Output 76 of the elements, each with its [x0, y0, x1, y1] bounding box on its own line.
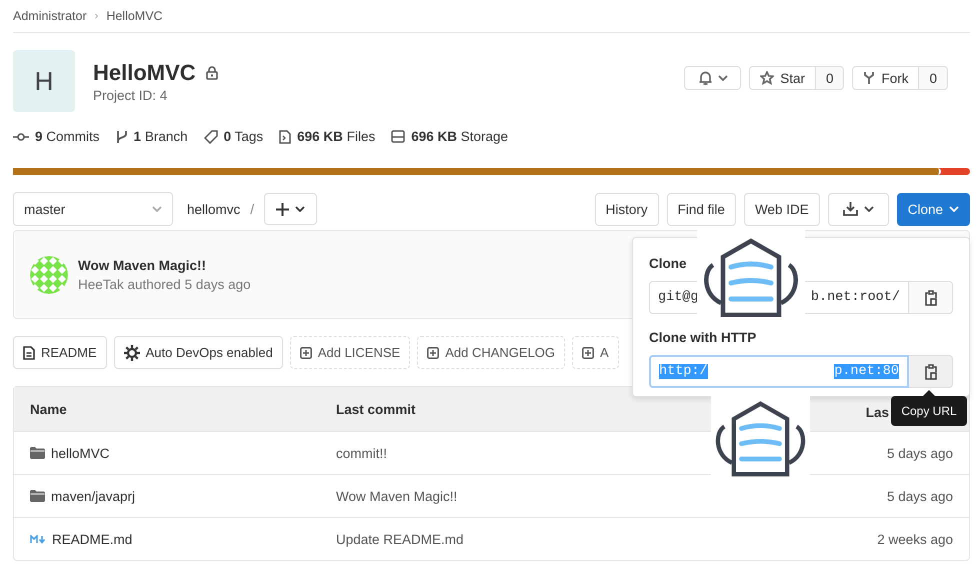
path-separator: / — [250, 201, 254, 217]
commit-message-cell-text: Update README.md — [336, 532, 465, 546]
toolbar-button[interactable]: History — [594, 192, 659, 226]
column-header: Name — [30, 402, 68, 416]
tooltip: Copy URL — [891, 396, 967, 426]
folder-icon — [30, 447, 45, 459]
commit-message-cell-text: commit!! — [336, 446, 388, 460]
caret-icon — [718, 75, 728, 81]
ssh-label: Clone — [649, 256, 688, 271]
caret-icon — [949, 206, 959, 212]
add-icon — [300, 346, 312, 358]
column-header: Las — [866, 404, 889, 420]
shortcut-button[interactable]: Add CHANGELOG — [417, 336, 566, 369]
stat-link[interactable]: 9 Commits — [13, 129, 100, 144]
commit-icon — [13, 132, 29, 142]
download-icon — [842, 202, 858, 216]
breadcrumb-separator: › — [94, 10, 98, 22]
bell-icon — [699, 71, 712, 85]
fork-icon — [863, 71, 876, 85]
caret-icon — [152, 206, 162, 212]
updated-cell-text: 5 days ago — [886, 488, 953, 504]
branch-icon — [116, 130, 128, 144]
star-icon — [760, 71, 774, 85]
stat-link[interactable]: 696 KB Storage — [391, 129, 508, 144]
add-dropdown-button[interactable] — [264, 193, 318, 225]
tag-icon — [204, 130, 218, 144]
updated-cell-text: 2 weeks ago — [876, 532, 953, 546]
add-icon — [427, 346, 440, 358]
shortcut-button[interactable]: README — [13, 336, 107, 369]
caret-icon — [295, 206, 306, 212]
project-title: HelloMVC — [93, 60, 196, 86]
gear-icon — [124, 344, 140, 360]
shortcut-button[interactable]: Add LICENSE — [290, 336, 410, 369]
star-button[interactable]: Star — [749, 66, 816, 90]
file-link[interactable]: maven/javaprj — [30, 488, 336, 504]
plus-icon — [276, 202, 290, 216]
storage-icon — [391, 130, 406, 143]
star-count: 0 — [816, 66, 844, 90]
caret-icon — [864, 206, 874, 212]
copy-button[interactable] — [909, 281, 953, 314]
commit-title[interactable]: Wow Maven Magic!! — [78, 258, 251, 272]
file-link[interactable]: helloMVC — [30, 446, 336, 460]
column-header: Last commit — [336, 402, 417, 416]
stat-link[interactable]: 696 KB Files — [279, 129, 376, 144]
folder-icon — [30, 490, 45, 502]
user-avatar — [30, 256, 68, 294]
updated-cell-text: 5 days ago — [886, 446, 953, 460]
stat-link[interactable]: 0 Tags — [204, 129, 264, 144]
http-label: Clone with HTTP — [649, 330, 758, 345]
file-icon — [279, 130, 292, 144]
toolbar-button[interactable]: Web IDE — [744, 192, 820, 226]
project-avatar: H — [13, 50, 75, 112]
branch-dropdown[interactable]: master — [13, 192, 173, 226]
commit-meta: HeeTak authored 5 days ago — [78, 276, 251, 292]
fork-count: 0 — [919, 66, 948, 90]
notification-button[interactable] — [684, 66, 742, 90]
toolbar-button[interactable]: Find file — [666, 192, 736, 226]
copy-button[interactable] — [909, 355, 953, 388]
copy-icon — [924, 364, 936, 380]
copy-icon — [924, 290, 936, 306]
clone-button[interactable]: Clone — [896, 192, 970, 226]
shortcut-button[interactable]: Auto DevOps enabled — [114, 336, 283, 369]
markdown-icon — [30, 534, 46, 544]
commit-message-cell-text: Wow Maven Magic!! — [336, 488, 458, 504]
tooltip-arrow-icon — [923, 390, 935, 396]
breadcrumb-link[interactable]: Administrator — [13, 9, 87, 23]
breadcrumb-link[interactable]: HelloMVC — [106, 9, 163, 23]
add-icon — [582, 346, 594, 358]
shortcut-button[interactable]: A — [572, 336, 619, 369]
path-link[interactable]: hellomvc — [187, 202, 240, 216]
project-id: Project ID: 4 — [93, 88, 168, 102]
download-button[interactable] — [828, 192, 889, 226]
document-icon — [23, 346, 35, 360]
file-link[interactable]: README.md — [30, 532, 336, 546]
stat-link[interactable]: 1 Branch — [116, 129, 188, 144]
fork-button[interactable]: Fork — [852, 66, 920, 90]
